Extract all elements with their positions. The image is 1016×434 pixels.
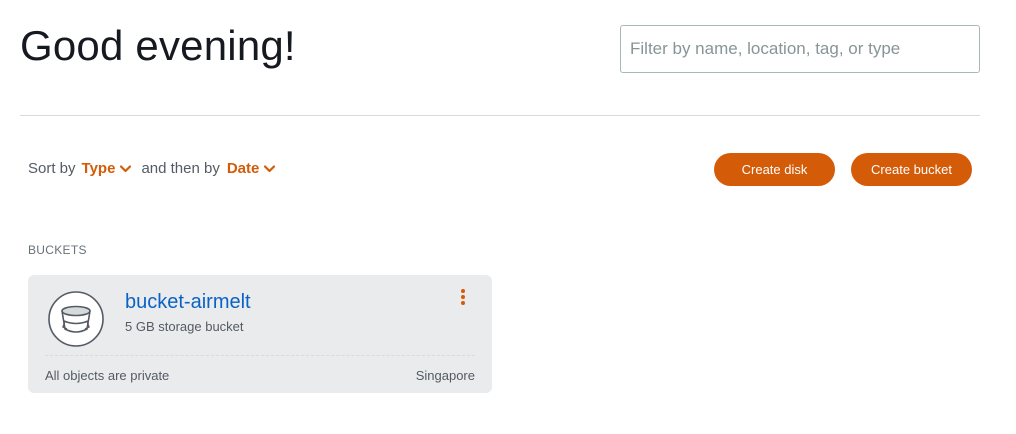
chevron-down-icon (264, 160, 276, 177)
sort-secondary-dropdown[interactable]: Date (227, 160, 276, 177)
filter-input[interactable] (621, 26, 979, 72)
bucket-location: Singapore (415, 368, 475, 383)
bucket-privacy-status: All objects are private (45, 368, 170, 383)
sort-middle-label: and then by (141, 160, 220, 177)
header-divider (20, 115, 980, 116)
sort-controls: Sort by Type and then by Date (28, 160, 276, 177)
filter-field[interactable] (620, 25, 980, 73)
buckets-section-label: BUCKETS (28, 243, 87, 257)
chevron-down-icon (120, 160, 132, 177)
sort-primary-value: Type (81, 160, 116, 177)
card-divider (45, 355, 475, 356)
sort-secondary-value: Date (226, 160, 260, 177)
sort-prefix-label: Sort by (28, 160, 76, 177)
bucket-icon (48, 291, 104, 347)
bucket-card: bucket-airmelt 5 GB storage bucket All o… (28, 275, 492, 393)
create-bucket-button[interactable]: Create bucket (851, 153, 972, 186)
bucket-name-link[interactable]: bucket-airmelt (125, 291, 251, 314)
bucket-description: 5 GB storage bucket (125, 319, 244, 334)
sort-primary-dropdown[interactable]: Type (82, 160, 132, 177)
create-disk-button[interactable]: Create disk (714, 153, 835, 186)
kebab-menu-icon[interactable] (456, 287, 470, 307)
page-greeting: Good evening! (20, 22, 296, 69)
